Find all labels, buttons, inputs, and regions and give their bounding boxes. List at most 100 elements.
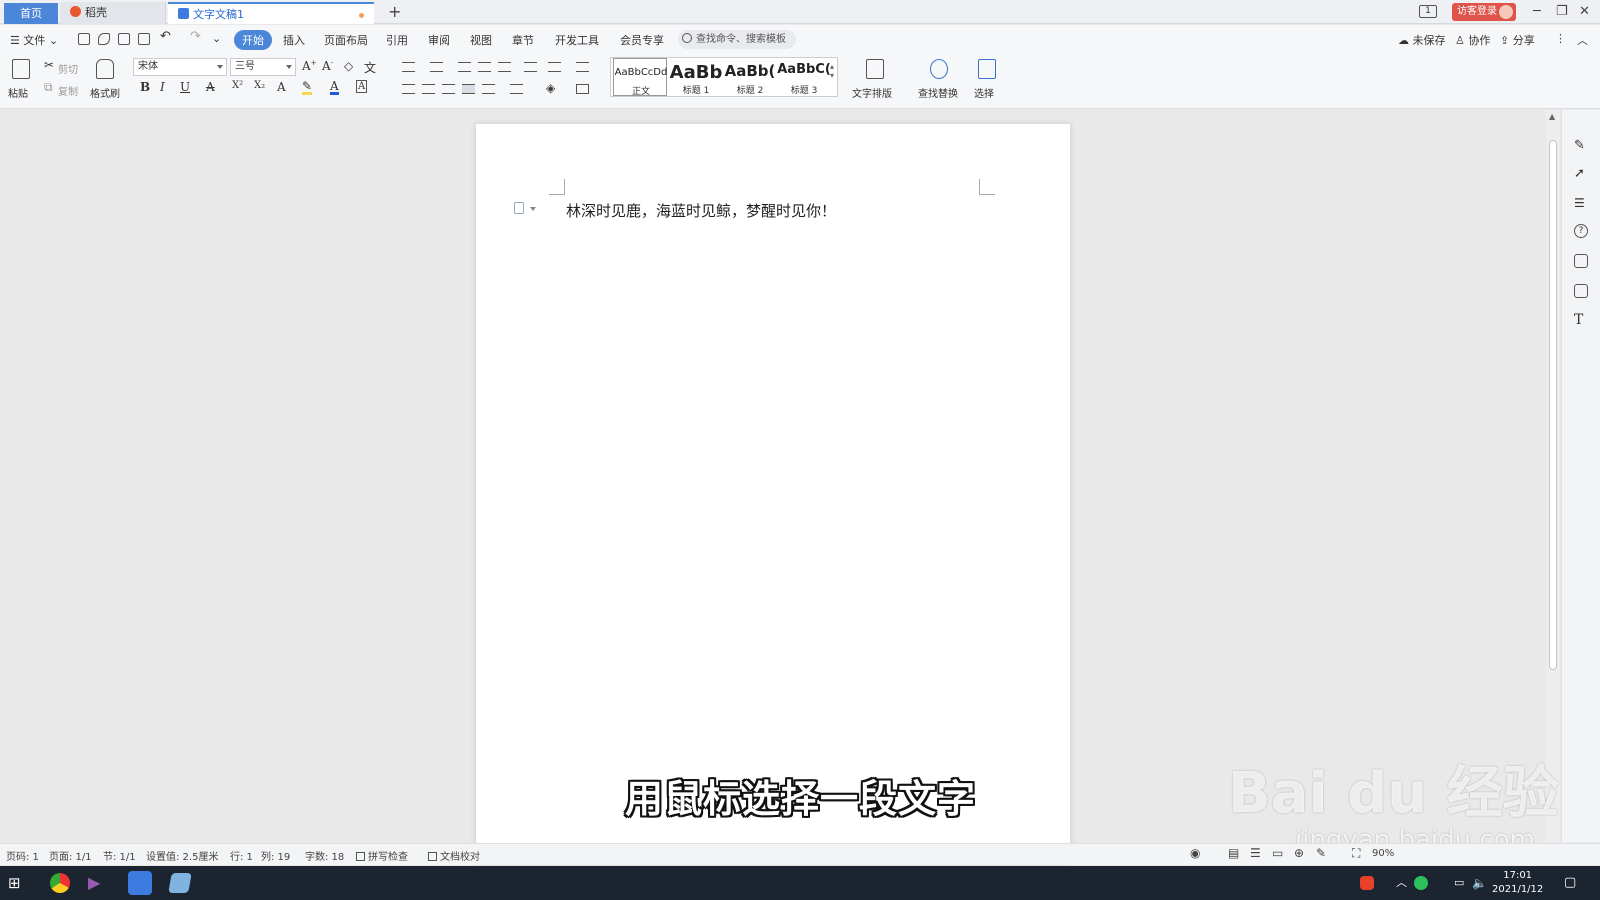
settings-sliders-icon[interactable]: ☰ — [1574, 196, 1588, 210]
eye-protection-icon[interactable]: ◉ — [1190, 846, 1200, 860]
font-name-select[interactable]: 宋体 — [133, 58, 227, 76]
format-painter-icon[interactable] — [96, 59, 114, 79]
wechat-icon[interactable] — [1414, 876, 1428, 890]
tab-document[interactable]: 文字文稿1 — [168, 2, 374, 24]
menu-item-chapter[interactable]: 章节 — [512, 32, 534, 48]
wps-writer-icon[interactable] — [128, 871, 152, 895]
format-painter-button[interactable]: 格式刷 — [90, 85, 120, 100]
minimize-button[interactable]: ─ — [1533, 3, 1541, 21]
font-color-button[interactable]: A — [330, 80, 339, 95]
fit-page-icon[interactable]: ⛶ — [1352, 846, 1360, 861]
more-icon[interactable]: ⋮ — [1555, 32, 1566, 45]
notification-icon[interactable]: ▢ — [1564, 873, 1584, 893]
window-counter-icon[interactable]: 1 — [1419, 5, 1437, 18]
tray-expand-icon[interactable]: ︿ — [1396, 873, 1416, 893]
menu-item-insert[interactable]: 插入 — [283, 32, 305, 48]
font-size-select[interactable]: 三号 — [230, 58, 296, 76]
notepad-icon[interactable] — [168, 873, 192, 893]
scrollbar-thumb[interactable] — [1549, 140, 1557, 670]
zoom-level[interactable]: 90% — [1372, 848, 1394, 859]
cut-button[interactable]: 剪切 — [58, 61, 78, 76]
doc-check-icon[interactable] — [1574, 284, 1588, 298]
paste-icon[interactable] — [12, 59, 30, 79]
shading-icon[interactable]: ◈ — [546, 81, 555, 95]
increase-indent-icon[interactable] — [478, 62, 491, 72]
tab-docer[interactable]: 稻壳 — [60, 2, 166, 24]
decrease-indent-icon[interactable] — [458, 62, 471, 72]
menu-item-member[interactable]: 会员专享 — [620, 32, 664, 48]
paste-button[interactable]: 粘贴 — [8, 85, 28, 100]
windows-start-icon[interactable]: ⊞ — [8, 873, 28, 893]
text-effect-button[interactable]: A — [277, 80, 286, 94]
select-icon[interactable] — [978, 59, 996, 79]
superscript-button[interactable]: X² — [232, 80, 243, 91]
web-view-icon[interactable]: ▭ — [1272, 846, 1283, 860]
chinese-layout-icon[interactable] — [498, 62, 511, 72]
document-page[interactable]: 林深时见鹿，海蓝时见鲸，梦醒时见你！ — [476, 124, 1070, 864]
print-preview-icon[interactable] — [138, 33, 150, 45]
menu-item-dev-tools[interactable]: 开发工具 — [555, 32, 599, 48]
increase-font-icon[interactable]: A+ — [302, 59, 317, 73]
pen-icon[interactable]: ✎ — [1574, 138, 1588, 153]
proofread-toggle[interactable]: 文档校对 — [428, 848, 480, 863]
status-row[interactable]: 行: 1 — [230, 848, 253, 863]
help-icon[interactable]: ? — [1574, 224, 1588, 238]
style-heading-3[interactable]: AaBbC( 标题 3 — [777, 58, 831, 96]
underline-button[interactable]: U — [180, 80, 190, 94]
status-setting[interactable]: 设置值: 2.5厘米 — [146, 848, 218, 863]
find-replace-icon[interactable] — [930, 59, 948, 79]
text-direction-icon[interactable] — [524, 62, 537, 72]
save-icon[interactable] — [78, 33, 90, 45]
highlight-icon[interactable]: ✎ — [302, 80, 313, 95]
menu-item-page-layout[interactable]: 页面布局 — [324, 32, 368, 48]
text-layout-button[interactable]: 文字排版 — [852, 85, 892, 100]
print-icon[interactable] — [118, 33, 130, 45]
clear-format-icon[interactable]: ◇ — [344, 59, 353, 73]
style-normal[interactable]: AaBbCcDd 正文 — [613, 58, 667, 97]
line-spacing-icon[interactable] — [510, 84, 523, 94]
style-heading-1[interactable]: AaBb 标题 1 — [669, 58, 723, 96]
char-border-button[interactable]: A — [356, 80, 368, 93]
subscript-button[interactable]: X₂ — [254, 80, 265, 91]
phonetic-guide-icon[interactable]: 文 — [364, 59, 376, 76]
italic-button[interactable]: I — [160, 80, 165, 94]
sort-icon[interactable] — [548, 62, 561, 72]
cursor-icon[interactable]: ➚ — [1574, 166, 1588, 181]
paragraph-handle-icon[interactable] — [514, 202, 524, 214]
export-pdf-icon[interactable] — [98, 33, 110, 45]
collapse-ribbon-icon[interactable]: ︿ — [1577, 32, 1588, 48]
distributed-align-icon[interactable] — [482, 84, 495, 94]
network-icon[interactable]: ▭ — [1454, 873, 1474, 893]
bold-button[interactable]: B — [140, 80, 150, 94]
restore-button[interactable]: ❐ — [1556, 3, 1568, 21]
show-marks-icon[interactable] — [576, 62, 589, 72]
menu-item-references[interactable]: 引用 — [386, 32, 408, 48]
numbered-list-icon[interactable] — [430, 62, 443, 72]
customize-toolbar-icon[interactable]: ⌄ — [212, 32, 221, 45]
document-paragraph[interactable]: 林深时见鹿，海蓝时见鲸，梦醒时见你！ — [566, 200, 836, 221]
align-left-icon[interactable] — [402, 84, 415, 94]
spell-check-toggle[interactable]: 拼写检查 — [356, 848, 408, 863]
collaborate-button[interactable]: ♙ 协作 — [1455, 32, 1490, 48]
select-button[interactable]: 选择 — [974, 85, 994, 100]
align-center-icon[interactable] — [422, 84, 435, 94]
unsaved-button[interactable]: ☁ 未保存 — [1398, 32, 1446, 48]
status-page-number[interactable]: 页码: 1 — [6, 848, 39, 863]
styles-scroll-icon[interactable]: ▴ ▾ — [830, 62, 834, 80]
taskbar-clock[interactable]: 17:01 2021/1/12 — [1492, 869, 1543, 897]
status-word-count[interactable]: 字数: 18 — [305, 848, 344, 863]
bullet-list-icon[interactable] — [402, 62, 415, 72]
menu-item-start[interactable]: 开始 — [234, 30, 272, 50]
vertical-scrollbar[interactable]: ▲ — [1546, 110, 1560, 842]
undo-icon[interactable]: ↶ — [160, 29, 171, 44]
menu-item-view[interactable]: 视图 — [470, 32, 492, 48]
align-justify-icon[interactable] — [462, 84, 475, 94]
scroll-up-icon[interactable]: ▲ — [1549, 112, 1555, 121]
style-heading-2[interactable]: AaBb( 标题 2 — [723, 58, 777, 96]
status-column[interactable]: 列: 19 — [261, 848, 290, 863]
status-section[interactable]: 节: 1/1 — [103, 848, 136, 863]
outline-view-icon[interactable]: ☰ — [1250, 846, 1261, 860]
menu-item-review[interactable]: 审阅 — [428, 32, 450, 48]
command-search-input[interactable]: 查找命令、搜索模板 — [678, 30, 796, 49]
chevron-down-icon[interactable] — [530, 207, 536, 211]
